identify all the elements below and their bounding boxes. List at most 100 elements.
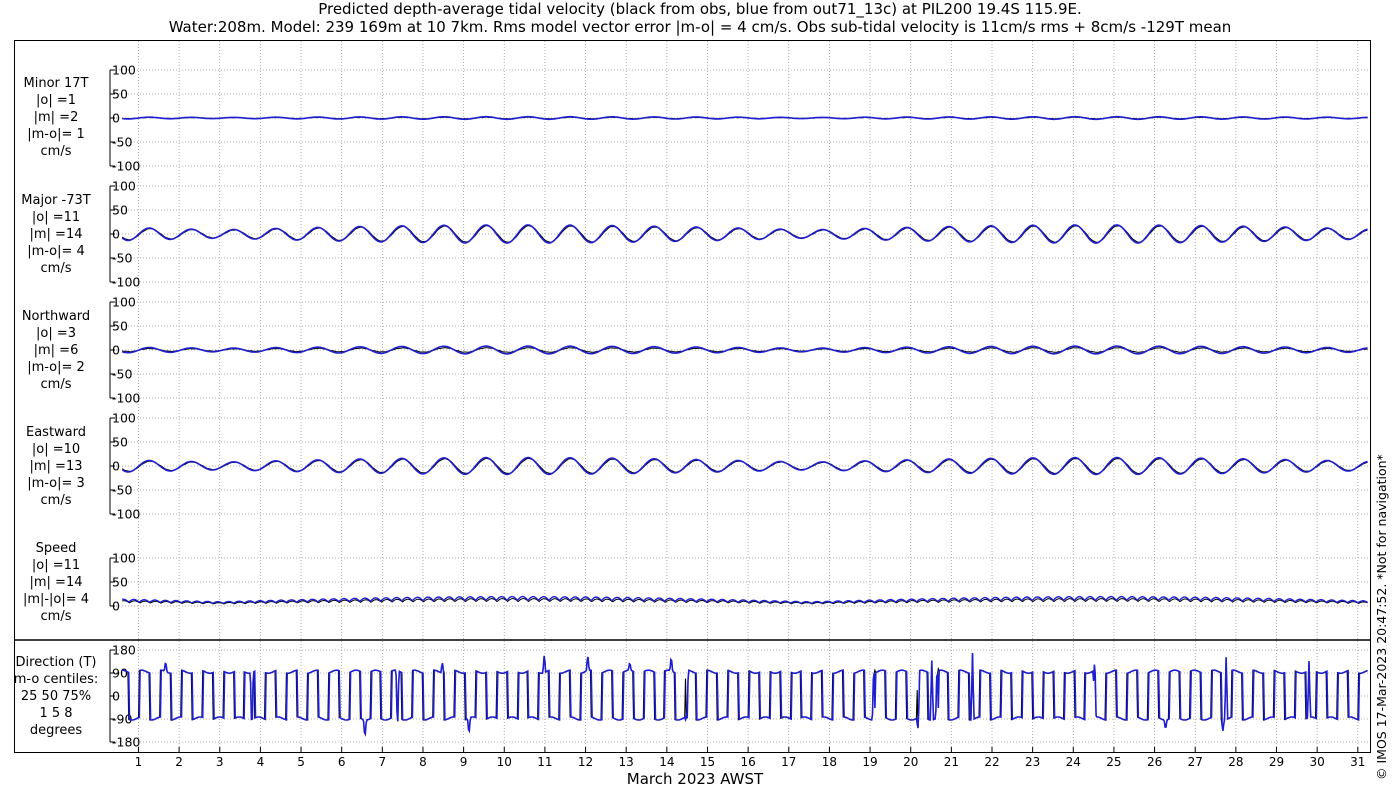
x-tick-label: 23 bbox=[1025, 755, 1040, 769]
panel-label-line: Direction (T) bbox=[15, 655, 97, 670]
y-tick-label: 50 bbox=[112, 319, 128, 334]
y-tick-label: 50 bbox=[112, 203, 128, 218]
panel-label-line: |o| =3 bbox=[35, 326, 76, 341]
x-tick-label: 30 bbox=[1310, 755, 1325, 769]
x-tick-label: 19 bbox=[862, 755, 877, 769]
x-tick-label: 17 bbox=[781, 755, 796, 769]
x-tick-label: 11 bbox=[537, 755, 552, 769]
y-tick-label: -100 bbox=[112, 391, 140, 406]
x-tick-label: 29 bbox=[1269, 755, 1284, 769]
panel-label-line: |m-o|= 3 bbox=[27, 476, 85, 491]
y-tick-label: 50 bbox=[112, 435, 128, 450]
y-tick-label: -50 bbox=[112, 483, 132, 498]
x-tick-label: 9 bbox=[460, 755, 468, 769]
model-velocity-series bbox=[121, 224, 1368, 244]
x-tick-label: 6 bbox=[338, 755, 346, 769]
x-tick-label: 4 bbox=[257, 755, 265, 769]
panel-label-line: |o| =11 bbox=[31, 210, 81, 225]
panel-label-line: |m-o|= 2 bbox=[27, 360, 85, 375]
x-axis-label: March 2023 AWST bbox=[626, 770, 764, 788]
x-tick-label: 5 bbox=[297, 755, 305, 769]
panel-label-line: |o| =1 bbox=[35, 93, 76, 108]
y-tick-label: 100 bbox=[112, 63, 136, 78]
panel-label-line: |o| =11 bbox=[31, 558, 81, 573]
x-tick-label: 15 bbox=[700, 755, 715, 769]
panel-minor: 100 50 0 -50 -100 bbox=[109, 63, 1370, 174]
y-tick-label: 0 bbox=[112, 227, 120, 242]
y-tick-label: 0 bbox=[112, 111, 120, 126]
panel-speed: 100 50 0 bbox=[109, 551, 1370, 614]
panel-label-line: cm/s bbox=[40, 144, 72, 159]
obs-velocity-series bbox=[121, 458, 1368, 475]
panel-major: 100 50 0 -50 -100 bbox=[109, 179, 1370, 290]
model-velocity-series bbox=[121, 345, 1368, 355]
panel-label-line: cm/s bbox=[40, 377, 72, 392]
x-tick-label: 12 bbox=[578, 755, 593, 769]
panel-label-line: Northward bbox=[21, 309, 91, 324]
x-tick-label: 10 bbox=[497, 755, 512, 769]
y-tick-label: 50 bbox=[112, 575, 128, 590]
y-tick-label: 0 bbox=[112, 689, 120, 704]
x-tick-label: 14 bbox=[659, 755, 674, 769]
panel-label-line: |m-o|= 4 bbox=[27, 244, 85, 259]
panel-label-line: |o| =10 bbox=[31, 442, 81, 457]
y-tick-label: 0 bbox=[112, 459, 120, 474]
y-tick-label: -50 bbox=[112, 251, 132, 266]
y-tick-label: 100 bbox=[112, 551, 136, 566]
x-tick-label: 21 bbox=[944, 755, 959, 769]
panel-direction: 180900-90-180 bbox=[109, 643, 1370, 750]
panel-label-line: |m| =14 bbox=[29, 575, 83, 590]
y-tick-label: -180 bbox=[112, 735, 140, 750]
x-tick-label: 16 bbox=[740, 755, 755, 769]
copyright-notice: © IMOS 17-Mar-2023 20:47:52. *Not for na… bbox=[1374, 454, 1389, 780]
panel-label-line: cm/s bbox=[40, 493, 72, 508]
obs-velocity-series bbox=[121, 225, 1368, 243]
panel-label-line: 1 5 8 bbox=[39, 706, 73, 721]
x-tick-label: 26 bbox=[1147, 755, 1162, 769]
panel-label-line: Speed bbox=[35, 541, 77, 556]
panel-label-line: |m| =14 bbox=[29, 227, 83, 242]
panel-label-line: Major -73T bbox=[21, 193, 91, 208]
panel-label-line: |m|-|o|= 4 bbox=[22, 592, 90, 607]
y-tick-label: -100 bbox=[112, 507, 140, 522]
x-tick-label: 18 bbox=[822, 755, 837, 769]
y-tick-label: -100 bbox=[112, 159, 140, 174]
y-tick-label: -50 bbox=[112, 135, 132, 150]
panel-north: 100 50 0 -50 -100 bbox=[109, 295, 1370, 406]
panel-label-line: |m| =6 bbox=[33, 343, 79, 358]
panel-east: 100 50 0 -50 -100 bbox=[109, 411, 1370, 522]
y-tick-label: 100 bbox=[112, 295, 136, 310]
figure-frame bbox=[14, 40, 1371, 753]
y-tick-label: 100 bbox=[112, 411, 136, 426]
panel-label-line: |m| =2 bbox=[33, 110, 79, 125]
y-tick-label: 100 bbox=[112, 179, 136, 194]
x-tick-label: 8 bbox=[419, 755, 427, 769]
panel-label-line: Minor 17T bbox=[23, 76, 89, 91]
panel-label-line: degrees bbox=[29, 723, 83, 738]
x-tick-label: 24 bbox=[1066, 755, 1081, 769]
x-tick-label: 31 bbox=[1350, 755, 1365, 769]
x-tick-label: 2 bbox=[175, 755, 183, 769]
panel-label-line: cm/s bbox=[40, 261, 72, 276]
x-tick-label: 28 bbox=[1228, 755, 1243, 769]
panel-label-line: Eastward bbox=[25, 425, 87, 440]
y-tick-label: 0 bbox=[112, 599, 120, 614]
model-velocity-series bbox=[121, 456, 1368, 476]
y-tick-label: 180 bbox=[112, 643, 136, 658]
x-tick-label: 3 bbox=[216, 755, 224, 769]
panel-label-line: 25 50 75% bbox=[20, 689, 92, 704]
panel-label-line: |m| =13 bbox=[29, 459, 83, 474]
x-tick-label: 25 bbox=[1106, 755, 1121, 769]
y-tick-label: 90 bbox=[112, 666, 128, 681]
x-tick-label: 27 bbox=[1188, 755, 1203, 769]
y-tick-label: -100 bbox=[112, 275, 140, 290]
model-velocity-series bbox=[122, 115, 1368, 121]
panel-label-line: m-o centiles: bbox=[13, 672, 99, 687]
x-tick-label: 7 bbox=[379, 755, 387, 769]
y-tick-label: 0 bbox=[112, 343, 120, 358]
y-tick-label: 50 bbox=[112, 87, 128, 102]
y-tick-label: -50 bbox=[112, 367, 132, 382]
model-direction-series bbox=[122, 653, 1368, 737]
x-tick-label: 1 bbox=[135, 755, 143, 769]
tidal-velocity-chart: 1 2 3 4 5 6 7 8 9 10 11 12 13 14 15 16 17 18 19 20 21 22 23 24 2… bbox=[14, 40, 1371, 769]
